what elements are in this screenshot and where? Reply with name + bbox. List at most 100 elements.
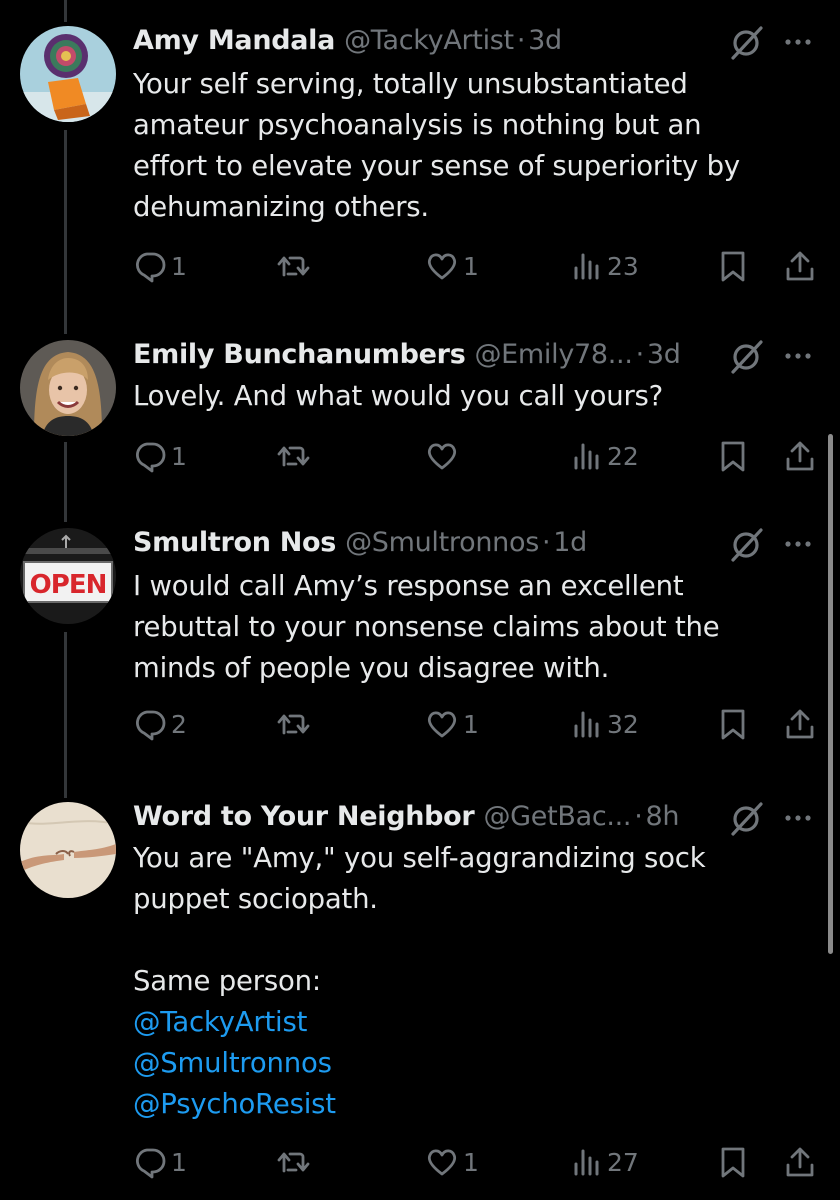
grok-icon[interactable] (727, 336, 767, 376)
tweet-header: Amy Mandala @TackyArtist · 3d (133, 20, 562, 60)
tweet-text: You are "Amy," you self-aggrandizing soc… (133, 838, 813, 1125)
display-name[interactable]: Amy Mandala (133, 25, 335, 56)
reply-button[interactable]: 1 (133, 244, 187, 288)
share-icon (786, 441, 814, 471)
username[interactable]: @Emily78... (474, 339, 632, 370)
more-icon[interactable] (778, 336, 818, 376)
views-button[interactable]: 22 (569, 434, 639, 478)
avatar[interactable] (20, 26, 116, 122)
reply-button[interactable]: 1 (133, 434, 187, 478)
views-icon (574, 1149, 599, 1176)
tweet-text-line: I would call Amy’s response an excellent (133, 570, 684, 602)
like-button[interactable]: 1 (425, 244, 479, 288)
tweet-text-line: amateur psychoanalysis is nothing but an (133, 109, 702, 141)
open-sign-text: OPEN (30, 570, 107, 600)
retweet-icon (277, 1152, 310, 1173)
views-button[interactable]: 32 (569, 702, 639, 746)
action-bar: 1 22 (0, 434, 840, 478)
like-count: 1 (463, 251, 479, 281)
views-count: 27 (607, 1147, 639, 1177)
display-name[interactable]: Emily Bunchanumbers (133, 339, 466, 370)
bookmark-icon (721, 709, 745, 740)
timestamp[interactable]: 1d (553, 527, 587, 558)
reply-icon (135, 710, 166, 741)
retweet-button[interactable] (276, 434, 314, 478)
avatar[interactable] (20, 802, 116, 898)
avatar[interactable]: OPEN (20, 528, 116, 624)
views-count: 22 (607, 441, 639, 471)
bookmark-icon (721, 1147, 745, 1178)
views-count: 23 (607, 251, 639, 281)
username[interactable]: @TackyArtist (344, 25, 514, 56)
views-icon (574, 253, 599, 280)
action-bar: 1 1 23 (0, 244, 840, 288)
username[interactable]: @Smultronnos (345, 527, 539, 558)
separator: · (541, 526, 551, 558)
timestamp[interactable]: 3d (528, 25, 562, 56)
like-button[interactable]: 1 (425, 702, 479, 746)
grok-icon[interactable] (727, 798, 767, 838)
bookmark-button[interactable] (716, 244, 750, 288)
thread-line (64, 130, 67, 334)
mention-link[interactable]: @Smultronnos (133, 1043, 813, 1084)
separator: · (516, 24, 526, 56)
thread-line (64, 0, 67, 22)
retweet-icon (277, 714, 310, 735)
reply-count: 1 (171, 251, 187, 281)
tweet-text-line: puppet sociopath. (133, 883, 378, 915)
views-button[interactable]: 27 (569, 1140, 639, 1184)
grok-icon[interactable] (727, 524, 767, 564)
views-count: 32 (607, 709, 639, 739)
scrollbar[interactable] (828, 434, 833, 954)
share-icon (786, 1147, 814, 1177)
more-icon[interactable] (778, 22, 818, 62)
reply-button[interactable]: 2 (133, 702, 187, 746)
retweet-icon (277, 446, 310, 467)
bookmark-icon (721, 441, 745, 472)
reply-icon (135, 1148, 166, 1179)
mention-link[interactable]: @TackyArtist (133, 1002, 813, 1043)
reply-button[interactable]: 1 (133, 1140, 187, 1184)
tweet-text-line: rebuttal to your nonsense claims about t… (133, 611, 720, 643)
more-icon[interactable] (778, 798, 818, 838)
mention-link[interactable]: @PsychoResist (133, 1084, 813, 1125)
like-icon (427, 253, 457, 280)
tweet-text-line: minds of people you disagree with. (133, 652, 610, 684)
separator: · (634, 800, 643, 832)
more-icon[interactable] (778, 524, 818, 564)
display-name[interactable]: Smultron Nos (133, 527, 336, 558)
reply-icon (135, 442, 166, 473)
timestamp[interactable]: 8h (646, 801, 680, 832)
like-button[interactable]: 1 (425, 1140, 479, 1184)
reply-icon (135, 252, 166, 283)
views-icon (574, 711, 599, 738)
tweet-text-line: effort to elevate your sense of superior… (133, 150, 740, 182)
like-button[interactable] (425, 434, 463, 478)
views-button[interactable]: 23 (569, 244, 639, 288)
tweet-text-line: Lovely. And what would you call yours? (133, 380, 664, 412)
bookmark-button[interactable] (716, 702, 750, 746)
tweet-text-line: dehumanizing others. (133, 191, 429, 223)
retweet-icon (277, 256, 310, 277)
share-button[interactable] (783, 244, 817, 288)
reply-count: 1 (171, 1147, 187, 1177)
action-bar: 2 1 32 (0, 702, 840, 746)
like-icon (427, 1149, 457, 1176)
reply-count: 1 (171, 441, 187, 471)
retweet-button[interactable] (276, 702, 314, 746)
share-button[interactable] (783, 434, 817, 478)
display-name[interactable]: Word to Your Neighbor (133, 801, 475, 832)
timestamp[interactable]: 3d (647, 339, 681, 370)
bookmark-button[interactable] (716, 434, 750, 478)
share-button[interactable] (783, 702, 817, 746)
share-icon (786, 709, 814, 739)
avatar[interactable] (20, 340, 116, 436)
share-icon (786, 251, 814, 281)
username[interactable]: @GetBac... (483, 801, 631, 832)
bookmark-button[interactable] (716, 1140, 750, 1184)
share-button[interactable] (783, 1140, 817, 1184)
tweet-text: Your self serving, totally unsubstantiat… (133, 64, 813, 228)
retweet-button[interactable] (276, 244, 314, 288)
grok-icon[interactable] (727, 22, 767, 62)
retweet-button[interactable] (276, 1140, 314, 1184)
